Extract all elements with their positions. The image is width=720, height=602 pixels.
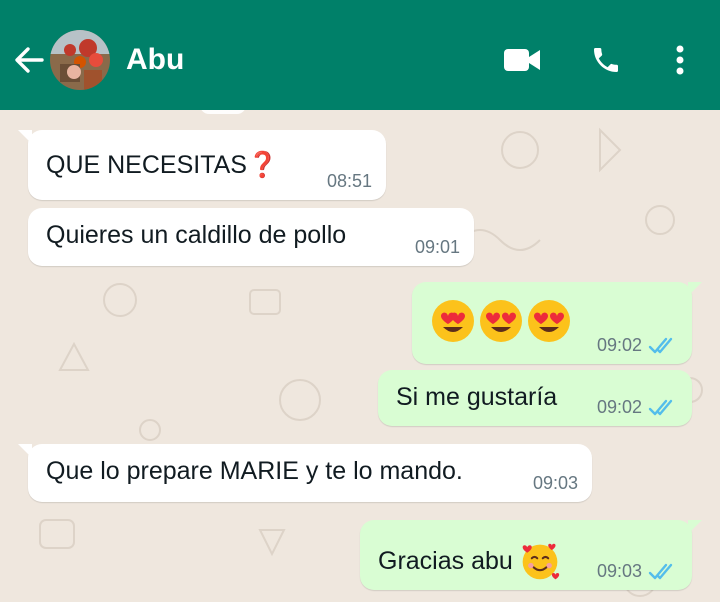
bubble-tail: [688, 520, 702, 534]
double-check-read-icon: [648, 337, 673, 353]
bubble-tail: [18, 444, 32, 458]
phone-icon: [594, 48, 618, 72]
message-text: Si me gustaría: [396, 383, 558, 411]
question-mark-emoji: ❓: [246, 150, 279, 179]
message-outgoing[interactable]: Gracias abu 09:03: [360, 520, 702, 590]
double-check-read-icon: [648, 399, 673, 415]
message-text: QUE NECESITAS: [46, 151, 247, 179]
smiling-face-with-hearts-emoji: [522, 543, 559, 580]
arrow-left-icon: [15, 47, 44, 73]
message-time: 09:03: [532, 473, 578, 493]
message-text: Que lo prepare MARIE y te lo mando.: [46, 457, 463, 485]
message-time: 09:01: [414, 237, 460, 257]
more-vertical-icon: [676, 45, 684, 75]
message-time: 09:02: [596, 397, 642, 417]
back-button[interactable]: [12, 42, 46, 78]
double-check-read-icon: [648, 563, 673, 579]
chat-area[interactable]: QUE NECESITAS❓ 08:51 Quieres un caldillo…: [0, 110, 720, 602]
message-outgoing[interactable]: Si me gustaría 09:02: [378, 370, 692, 426]
message-incoming[interactable]: Que lo prepare MARIE y te lo mando. 09:0…: [18, 444, 592, 502]
bubble-tail: [18, 130, 32, 144]
message-time: 09:02: [596, 335, 642, 355]
date-chip: [200, 110, 246, 114]
bubble-tail: [688, 282, 702, 296]
heart-eyes-emojis: [430, 298, 574, 344]
heart-eyes-emoji: [528, 300, 570, 342]
message-incoming[interactable]: Quieres un caldillo de pollo 09:01: [28, 208, 474, 266]
voice-call-button[interactable]: [584, 40, 628, 80]
video-camera-icon: [504, 49, 540, 71]
avatar[interactable]: [50, 30, 110, 90]
message-text: Quieres un caldillo de pollo: [46, 221, 347, 249]
heart-eyes-emoji: [480, 300, 522, 342]
message-time: 09:03: [596, 561, 642, 581]
menu-button[interactable]: [658, 40, 702, 80]
contact-name[interactable]: Abu: [126, 42, 184, 78]
message-outgoing[interactable]: 09:02: [412, 282, 702, 364]
chat-header: Abu: [0, 0, 720, 110]
heart-eyes-emoji: [432, 300, 474, 342]
video-call-button[interactable]: [500, 40, 544, 80]
message-time: 08:51: [326, 171, 372, 191]
message-text: Gracias abu: [378, 547, 513, 575]
message-incoming[interactable]: QUE NECESITAS❓ 08:51: [18, 130, 386, 200]
